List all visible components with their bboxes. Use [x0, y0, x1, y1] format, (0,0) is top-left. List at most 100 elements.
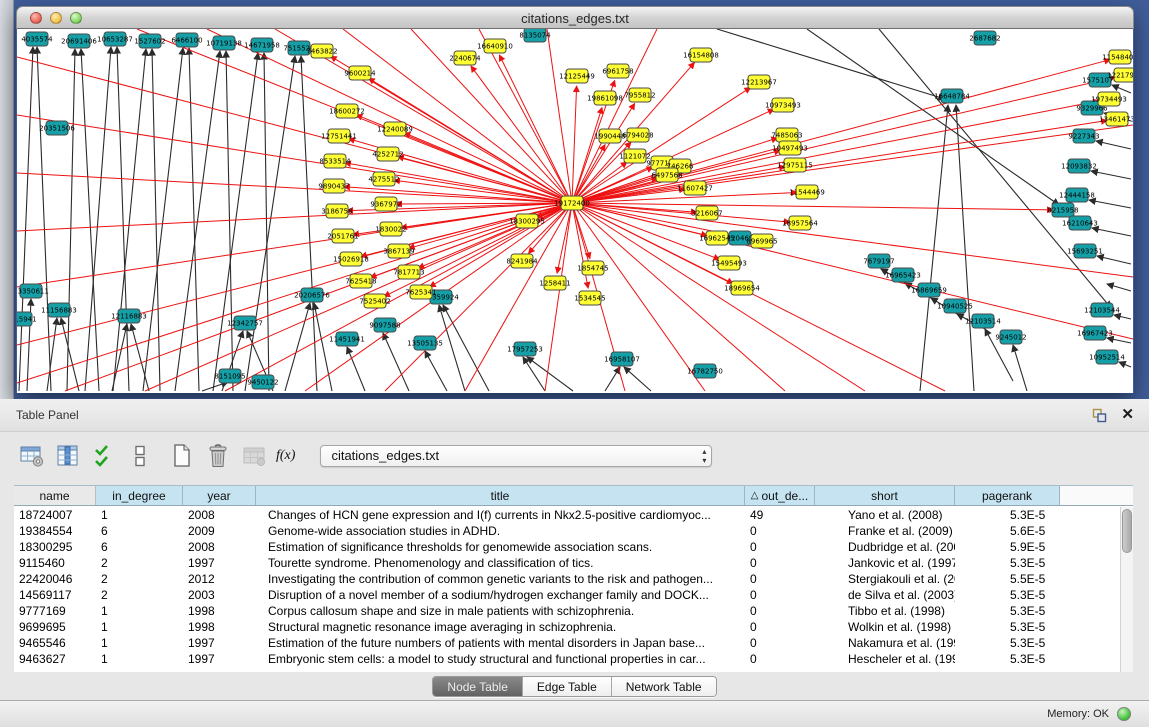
- table-row[interactable]: 1830029562008Estimation of significance …: [14, 539, 1120, 555]
- table-row[interactable]: 1938455462009Genome-wide association stu…: [14, 523, 1120, 539]
- graph-node[interactable]: 6466100: [171, 33, 202, 47]
- column-header-year[interactable]: year: [183, 486, 256, 505]
- graph-node[interactable]: 2240674: [449, 51, 481, 65]
- graph-node[interactable]: 15026918: [333, 252, 369, 266]
- graph-node[interactable]: 3186758: [321, 204, 352, 218]
- graph-node[interactable]: 12103514: [965, 314, 1001, 328]
- graph-node[interactable]: 11156883: [41, 303, 77, 317]
- graph-node[interactable]: 16640910: [477, 39, 513, 53]
- graph-node[interactable]: 4252712: [372, 147, 403, 161]
- graph-node[interactable]: 1534545: [574, 291, 605, 305]
- float-panel-icon[interactable]: [1092, 408, 1107, 423]
- network-graph-svg[interactable]: 4035574206914061065328715276026466100107…: [17, 29, 1133, 393]
- graph-node[interactable]: 9227343: [1068, 129, 1099, 143]
- graph-node[interactable]: 8151095: [214, 369, 245, 383]
- graph-node[interactable]: 3216067: [691, 206, 722, 220]
- graph-node[interactable]: 10719138: [206, 36, 242, 50]
- graph-node[interactable]: 12125449: [559, 69, 595, 83]
- graph-node[interactable]: 8135074: [519, 29, 551, 42]
- graph-node[interactable]: 8969965: [746, 234, 777, 248]
- memory-ok-indicator-icon[interactable]: [1117, 707, 1131, 721]
- show-columns-button[interactable]: [54, 443, 81, 470]
- table-selector-dropdown[interactable]: citations_edges.txt ▴▾: [320, 445, 712, 467]
- graph-node[interactable]: 1990448: [594, 129, 625, 143]
- graph-node[interactable]: 7817713: [393, 265, 424, 279]
- create-document-button[interactable]: [168, 443, 195, 470]
- graph-node[interactable]: 2687682: [969, 31, 1000, 45]
- column-header-in_degree[interactable]: in_degree: [96, 486, 183, 505]
- graph-node[interactable]: 1527602: [134, 34, 165, 48]
- graph-node[interactable]: 3867139: [383, 244, 414, 258]
- table-row[interactable]: 2242004622012Investigating the contribut…: [14, 571, 1120, 587]
- graph-node[interactable]: 9600214: [344, 66, 376, 80]
- column-header-name[interactable]: name: [14, 486, 96, 505]
- graph-node[interactable]: 1830022: [375, 222, 406, 236]
- graph-node[interactable]: 11607427: [677, 181, 713, 195]
- graph-node[interactable]: 11548408: [1102, 50, 1133, 64]
- graph-node[interactable]: 12342757: [227, 316, 263, 330]
- table-row[interactable]: 946554611997Estimation of the future num…: [14, 635, 1120, 651]
- column-header-out_de[interactable]: △out_de...: [745, 486, 815, 505]
- graph-node[interactable]: 7485063: [771, 128, 802, 142]
- graph-node[interactable]: 12751441: [321, 129, 357, 143]
- graph-node[interactable]: 10940525: [937, 299, 973, 313]
- graph-node[interactable]: 4035574: [21, 32, 53, 46]
- graph-node[interactable]: 8241984: [506, 254, 538, 268]
- graph-node[interactable]: 18957564: [782, 216, 818, 230]
- graph-node[interactable]: 10973493: [765, 98, 801, 112]
- table-row[interactable]: 946362711997Embryonic stem cells: a mode…: [14, 651, 1120, 667]
- graph-node[interactable]: 10497493: [772, 141, 808, 155]
- tab-network-table[interactable]: Network Table: [612, 677, 716, 696]
- graph-node[interactable]: 16782750: [687, 364, 723, 378]
- graph-node[interactable]: 11451941: [329, 332, 365, 346]
- tab-node-table[interactable]: Node Table: [433, 677, 523, 696]
- graph-node[interactable]: 12213967: [741, 75, 777, 89]
- unselect-squares-button[interactable]: [126, 443, 153, 470]
- graph-node[interactable]: 16648784: [934, 89, 970, 103]
- graph-node[interactable]: 19861098: [587, 91, 623, 105]
- graph-node[interactable]: 9450122: [247, 375, 278, 389]
- graph-node[interactable]: 7463822: [306, 44, 337, 58]
- graph-node[interactable]: 13461473: [1099, 112, 1133, 126]
- graph-node[interactable]: 1854745: [577, 261, 608, 275]
- graph-node[interactable]: 6961758: [602, 64, 633, 78]
- graph-node[interactable]: 1258411: [539, 276, 570, 290]
- column-header-short[interactable]: short: [815, 486, 955, 505]
- table-options-button[interactable]: [18, 443, 45, 470]
- graph-node[interactable]: 3915941: [17, 312, 37, 326]
- graph-node[interactable]: 6497568: [651, 168, 682, 182]
- table-row[interactable]: 1872400712008Changes of HCN gene express…: [14, 507, 1120, 523]
- function-builder-button[interactable]: f(x): [276, 443, 299, 470]
- vertical-scrollbar[interactable]: [1120, 507, 1133, 672]
- table-row[interactable]: 911546021997Tourette syndrome. Phenomeno…: [14, 555, 1120, 571]
- graph-node[interactable]: 7625341: [405, 285, 436, 299]
- graph-node[interactable]: 20691406: [61, 34, 97, 48]
- graph-node[interactable]: 14671958: [244, 38, 280, 52]
- graph-node[interactable]: 16154808: [683, 48, 719, 62]
- graph-node[interactable]: 12116883: [111, 309, 147, 323]
- column-header-pagerank[interactable]: pagerank: [955, 486, 1060, 505]
- graph-node[interactable]: 16958107: [604, 352, 640, 366]
- graph-node[interactable]: 7625418: [345, 274, 376, 288]
- network-window-titlebar[interactable]: citations_edges.txt: [16, 6, 1134, 29]
- graph-node[interactable]: 9097588: [369, 318, 400, 332]
- graph-node[interactable]: 8533514: [319, 154, 351, 168]
- tab-edge-table[interactable]: Edge Table: [523, 677, 612, 696]
- graph-node[interactable]: 2051761: [327, 229, 358, 243]
- graph-node[interactable]: 7525402: [359, 294, 390, 308]
- graph-node[interactable]: 6794028: [622, 128, 653, 142]
- graph-node[interactable]: 8215958: [1047, 203, 1078, 217]
- table-row[interactable]: 977716911998Corpus callosum shape and si…: [14, 603, 1120, 619]
- graph-node[interactable]: 20206576: [294, 288, 330, 302]
- graph-node[interactable]: 11544469: [789, 185, 825, 199]
- graph-node[interactable]: 7955812: [624, 88, 655, 102]
- delete-trash-button[interactable]: [204, 443, 231, 470]
- graph-node[interactable]: 4275512: [368, 172, 399, 186]
- graph-node[interactable]: 18969654: [724, 281, 760, 295]
- graph-node[interactable]: 16869659: [911, 283, 947, 297]
- table-row[interactable]: 1456911722003Disruption of a novel membe…: [14, 587, 1120, 603]
- close-panel-icon[interactable]: ✕: [1121, 405, 1134, 423]
- table-row[interactable]: 969969511998Structural magnetic resonanc…: [14, 619, 1120, 635]
- graph-node[interactable]: 7679197: [863, 254, 894, 268]
- graph-node[interactable]: 17957253: [507, 342, 543, 356]
